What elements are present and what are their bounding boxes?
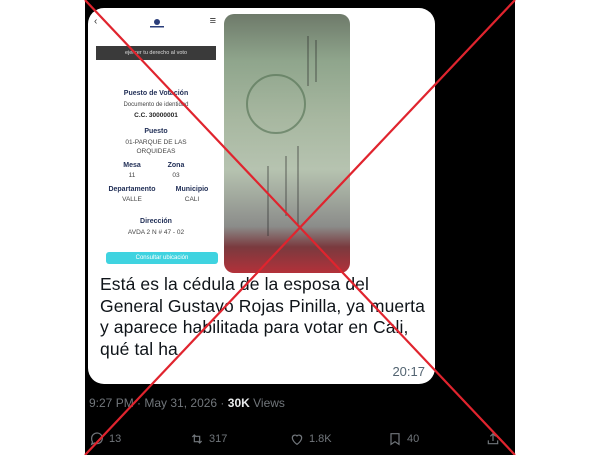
zona-value: 03 <box>172 172 180 179</box>
departamento-value: VALLE <box>122 196 142 203</box>
share-icon <box>487 432 499 445</box>
bookmark-icon <box>390 433 400 446</box>
id-card-printed-lines <box>267 36 317 236</box>
tweet-date[interactable]: May 31, 2026 <box>144 396 217 410</box>
repost-button[interactable]: 317 <box>189 430 227 448</box>
views-label: Views <box>253 396 285 410</box>
views-count: 30K <box>227 396 250 410</box>
heart-icon <box>291 434 303 446</box>
tweet-metadata: 9:27 PM · May 31, 2026 · 30K Views <box>89 396 285 410</box>
tweet-actions: 13 317 1.8K 40 <box>85 430 515 450</box>
media-card[interactable]: ‹ ≡ ejercer tu derecho al voto Puesto de… <box>88 8 435 384</box>
puesto-value-2: ORQUIDEAS <box>136 148 176 155</box>
puesto-value-1: 01-PARQUE DE LAS <box>125 139 187 146</box>
departamento-label: Departamento <box>108 186 156 193</box>
documento-value: C.C. 30000001 <box>134 112 178 119</box>
consultar-ubicacion-button: Consultar ubicación <box>106 252 218 264</box>
reply-button[interactable]: 13 <box>89 430 121 448</box>
tweet-time: 9:27 PM <box>89 396 134 410</box>
menu-icon: ≡ <box>209 15 216 27</box>
documento-label: Documento de identidad <box>123 102 189 108</box>
zona-label: Zona <box>167 162 185 169</box>
municipio-label: Municipio <box>175 186 209 193</box>
bookmark-button[interactable]: 40 <box>387 430 419 448</box>
like-count: 1.8K <box>309 433 332 445</box>
reply-icon <box>90 432 103 446</box>
municipio-value: CALI <box>184 196 200 203</box>
puesto-votacion-label: Puesto de Votación <box>123 90 189 97</box>
reply-count: 13 <box>109 433 122 445</box>
share-button[interactable] <box>485 430 505 448</box>
tweet: ‹ ≡ ejercer tu derecho al voto Puesto de… <box>85 0 515 455</box>
phone-topbar: ‹ ≡ <box>92 14 220 32</box>
tweet-text: Está es la cédula de la esposa del Gener… <box>100 274 425 359</box>
direccion-value: AVDA 2 N # 47 - 02 <box>127 229 185 236</box>
back-icon: ‹ <box>94 16 98 27</box>
bookmark-count: 40 <box>407 433 420 445</box>
registraduria-logo-icon <box>150 19 164 28</box>
phone-banner: ejercer tu derecho al voto <box>96 46 216 60</box>
puesto-label: Puesto <box>144 128 168 135</box>
like-button[interactable]: 1.8K <box>289 430 332 448</box>
id-card-photo <box>224 14 350 273</box>
direccion-label: Dirección <box>140 218 172 225</box>
media-timestamp: 20:17 <box>392 364 425 379</box>
voting-info-screenshot: ‹ ≡ ejercer tu derecho al voto Puesto de… <box>92 14 220 264</box>
repost-icon <box>191 434 203 444</box>
repost-count: 317 <box>209 433 228 445</box>
